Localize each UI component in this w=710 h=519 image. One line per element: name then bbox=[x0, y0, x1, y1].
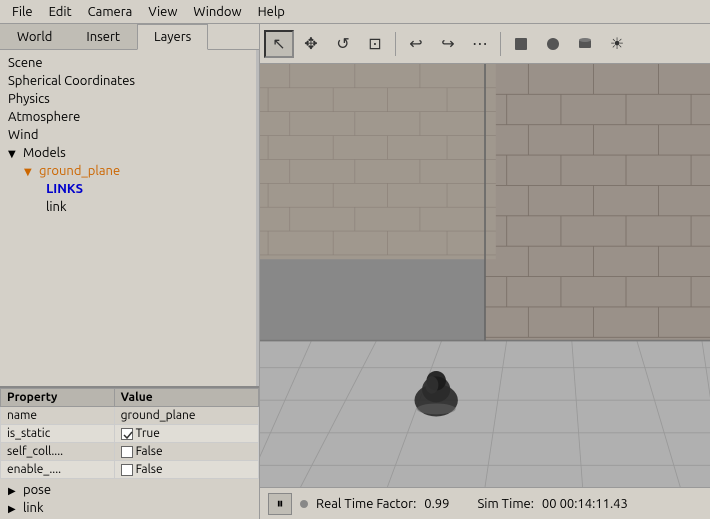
main-layout: World Insert Layers Scene Spherical Coor… bbox=[0, 24, 710, 519]
simtime-label: Sim Time: bbox=[477, 497, 533, 511]
undo-button[interactable]: ↩ bbox=[401, 30, 431, 58]
tree-item-links[interactable]: LINKS bbox=[32, 180, 256, 198]
prop-enable-value[interactable]: False bbox=[114, 461, 258, 479]
table-row: is_static True bbox=[1, 425, 259, 443]
property-panel: Property Value name ground_plane is_stat… bbox=[0, 386, 259, 519]
viewport: ↖ ✥ ↺ ⊡ ↩ ↪ ⋯ ☀ bbox=[260, 24, 710, 519]
is-static-checkbox[interactable] bbox=[121, 428, 133, 440]
prop-isstatic-label: is_static bbox=[1, 425, 115, 443]
link2-arrow bbox=[8, 503, 20, 515]
pose-arrow bbox=[8, 485, 20, 497]
menu-camera[interactable]: Camera bbox=[80, 3, 141, 21]
statusbar: ⏸ Real Time Factor: 0.99 Sim Time: 00 00… bbox=[260, 487, 710, 519]
models-arrow bbox=[8, 148, 20, 160]
canvas-area[interactable] bbox=[260, 64, 710, 487]
models-children: ground_plane LINKS link bbox=[0, 162, 256, 216]
left-panel: World Insert Layers Scene Spherical Coor… bbox=[0, 24, 260, 519]
menu-window[interactable]: Window bbox=[185, 3, 249, 21]
simtime-value: 00 00:14:11.43 bbox=[542, 497, 628, 511]
tree-item-pose[interactable]: pose bbox=[0, 481, 259, 499]
tree-item-models[interactable]: Models bbox=[0, 144, 256, 162]
realtime-value: 0.99 bbox=[424, 497, 449, 511]
tree-item-physics[interactable]: Physics bbox=[0, 90, 256, 108]
tree-item-link2[interactable]: link bbox=[0, 499, 259, 517]
table-row: name ground_plane bbox=[1, 407, 259, 425]
cylinder-shape-button[interactable] bbox=[570, 30, 600, 58]
menubar: File Edit Camera View Window Help bbox=[0, 0, 710, 24]
scale-tool-button[interactable]: ⊡ bbox=[360, 30, 390, 58]
tree-item-spherical[interactable]: Spherical Coordinates bbox=[0, 72, 256, 90]
realtime-label: Real Time Factor: bbox=[316, 497, 416, 511]
prop-isstatic-value[interactable]: True bbox=[114, 425, 258, 443]
tab-insert[interactable]: Insert bbox=[69, 24, 137, 49]
bottom-tree: pose link bbox=[0, 479, 259, 519]
table-row: enable_.... False bbox=[1, 461, 259, 479]
more-button[interactable]: ⋯ bbox=[465, 30, 495, 58]
tree-item-wind[interactable]: Wind bbox=[0, 126, 256, 144]
ground-plane-arrow bbox=[24, 166, 36, 178]
table-row: self_coll.... False bbox=[1, 443, 259, 461]
property-col-header: Property bbox=[1, 389, 115, 407]
tab-bar: World Insert Layers bbox=[0, 24, 259, 50]
menu-edit[interactable]: Edit bbox=[41, 3, 80, 21]
tab-layers[interactable]: Layers bbox=[137, 24, 208, 50]
menu-help[interactable]: Help bbox=[250, 3, 293, 21]
enable-checkbox[interactable] bbox=[121, 464, 133, 476]
property-table: Property Value name ground_plane is_stat… bbox=[0, 388, 259, 479]
sphere-shape-button[interactable] bbox=[538, 30, 568, 58]
rotate-tool-button[interactable]: ↺ bbox=[328, 30, 358, 58]
redo-button[interactable]: ↪ bbox=[433, 30, 463, 58]
toolbar-sep2 bbox=[500, 32, 501, 56]
value-col-header: Value bbox=[114, 389, 258, 407]
prop-enable-label: enable_.... bbox=[1, 461, 115, 479]
status-indicator bbox=[300, 500, 308, 508]
menu-view[interactable]: View bbox=[140, 3, 185, 21]
tree-item-link[interactable]: link bbox=[32, 198, 256, 216]
prop-selfcoll-value[interactable]: False bbox=[114, 443, 258, 461]
toolbar: ↖ ✥ ↺ ⊡ ↩ ↪ ⋯ ☀ bbox=[260, 24, 710, 64]
prop-name-label: name bbox=[1, 407, 115, 425]
tab-world[interactable]: World bbox=[0, 24, 69, 49]
tree-item-atmosphere[interactable]: Atmosphere bbox=[0, 108, 256, 126]
tree-item-ground-plane[interactable]: ground_plane bbox=[16, 162, 256, 180]
tree-panel: Scene Spherical Coordinates Physics Atmo… bbox=[0, 50, 259, 386]
pause-button[interactable]: ⏸ bbox=[268, 493, 292, 515]
translate-tool-button[interactable]: ✥ bbox=[296, 30, 326, 58]
self-coll-checkbox[interactable] bbox=[121, 446, 133, 458]
tree-item-scene[interactable]: Scene bbox=[0, 54, 256, 72]
viewport-scene bbox=[260, 64, 710, 487]
box-shape-button[interactable] bbox=[506, 30, 536, 58]
toolbar-sep1 bbox=[395, 32, 396, 56]
prop-selfcoll-label: self_coll.... bbox=[1, 443, 115, 461]
menu-file[interactable]: File bbox=[4, 3, 41, 21]
ground-plane-children: LINKS link bbox=[16, 180, 256, 216]
prop-name-value[interactable]: ground_plane bbox=[114, 407, 258, 425]
light-button[interactable]: ☀ bbox=[602, 30, 632, 58]
select-tool-button[interactable]: ↖ bbox=[264, 30, 294, 58]
pause-icon: ⏸ bbox=[277, 495, 284, 512]
